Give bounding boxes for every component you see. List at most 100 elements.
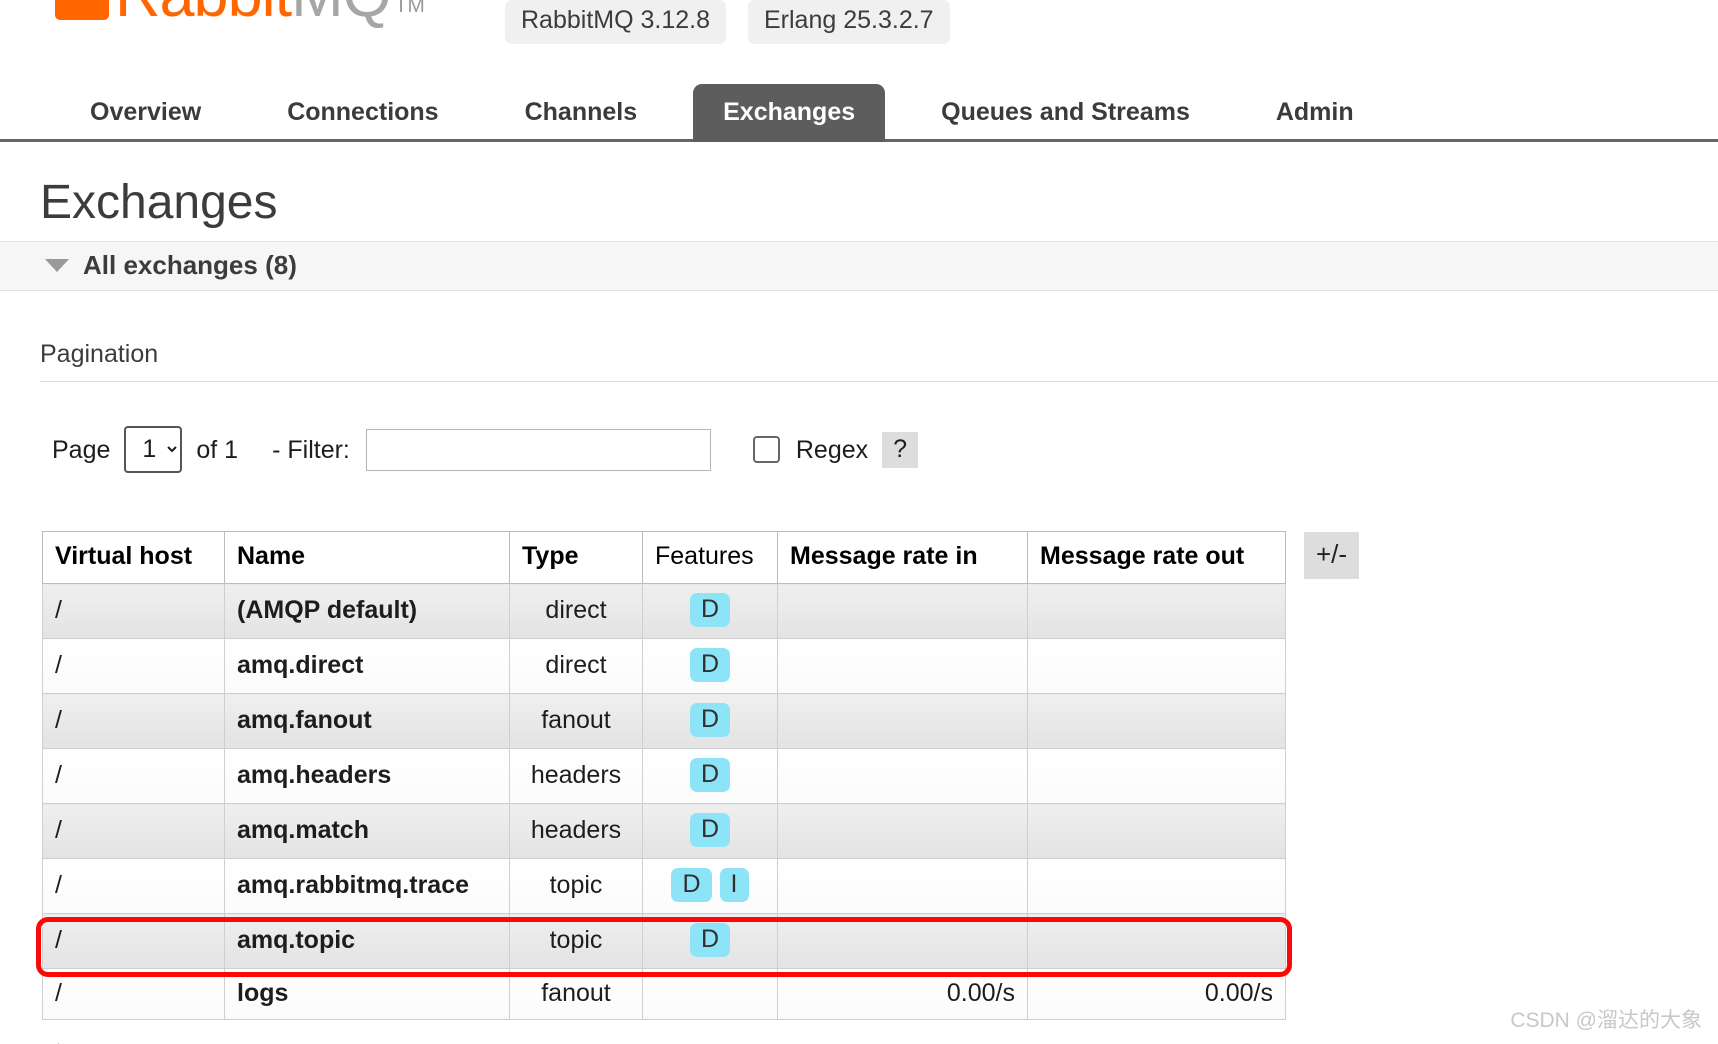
cell-features: D [643,639,778,694]
cell-message-rate-in [778,639,1028,694]
version-badges: RabbitMQ 3.12.8 Erlang 25.3.2.7 [505,0,950,44]
cell-message-rate-out [1028,859,1286,914]
regex-label: Regex [796,435,868,465]
cell-features: D [643,914,778,969]
column-header-message-rate-in[interactable]: Message rate in [778,532,1028,584]
main-content: Exchanges All exchanges (8) Pagination P… [0,145,1718,1044]
cell-virtual-host: / [43,584,225,639]
cell-message-rate-out: 0.00/s [1028,969,1286,1020]
table-row[interactable]: /amq.directdirectD [43,639,1286,694]
cell-features: DI [643,859,778,914]
feature-badge-d: D [690,813,730,847]
page-total-label: of 1 [196,435,238,465]
cell-message-rate-out [1028,584,1286,639]
cell-message-rate-in [778,804,1028,859]
cell-message-rate-in [778,914,1028,969]
tab-exchanges[interactable]: Exchanges [693,84,885,142]
cell-exchange-name[interactable]: amq.direct [225,639,510,694]
table-row[interactable]: /amq.fanoutfanout D [43,694,1286,749]
table-body: /(AMQP default)directD/amq.directdirectD… [43,584,1286,1020]
cell-exchange-name[interactable]: amq.topic [225,914,510,969]
feature-badge-d: D [690,593,730,627]
cell-type: fanout [510,694,643,749]
add-new-exchange-section[interactable]: Add a new exchange [58,1040,1718,1044]
tab-queues-and-streams[interactable]: Queues and Streams [911,84,1220,142]
filter-input[interactable] [366,429,711,471]
column-toggle-button[interactable]: +/- [1304,532,1359,579]
cell-exchange-name[interactable]: amq.fanout [225,694,510,749]
cell-virtual-host: / [43,969,225,1020]
tab-connections[interactable]: Connections [257,84,468,142]
main-navigation: Overview Connections Channels Exchanges … [0,82,1718,142]
cell-message-rate-out [1028,639,1286,694]
cell-virtual-host: / [43,694,225,749]
cell-exchange-name[interactable]: amq.match [225,804,510,859]
cell-virtual-host: / [43,914,225,969]
cell-exchange-name[interactable]: (AMQP default) [225,584,510,639]
cell-message-rate-out [1028,749,1286,804]
cell-type: topic [510,859,643,914]
table-row[interactable]: /amq.headersheadersD [43,749,1286,804]
cell-features: D [643,749,778,804]
feature-badge-d: D [671,868,711,902]
table-row[interactable]: /amq.topictopic D [43,914,1286,969]
cell-exchange-name[interactable]: amq.rabbitmq.trace [225,859,510,914]
tab-channels[interactable]: Channels [495,84,668,142]
cell-message-rate-in [778,584,1028,639]
watermark: CSDN @溜达的大象 [1510,1008,1702,1034]
all-exchanges-label: All exchanges (8) [83,250,297,280]
table-row[interactable]: /amq.rabbitmq.tracetopicDI [43,859,1286,914]
table-row[interactable]: /(AMQP default)direct D [43,584,1286,639]
cell-type: headers [510,749,643,804]
cell-features [643,969,778,1020]
filter-label: - Filter: [272,435,350,465]
cell-message-rate-out [1028,694,1286,749]
page-label: Page [52,435,110,465]
cell-virtual-host: / [43,639,225,694]
column-header-virtual-host[interactable]: Virtual host [43,532,225,584]
rabbitmq-logo-icon [55,0,109,20]
cell-message-rate-in [778,749,1028,804]
table-row[interactable]: /logsfanout0.00/s0.00/s [43,969,1286,1020]
cell-virtual-host: / [43,859,225,914]
cell-virtual-host: / [43,804,225,859]
rabbitmq-logo[interactable]: Rabbit MQ TM [55,0,425,26]
cell-exchange-name[interactable]: amq.headers [225,749,510,804]
cell-exchange-name[interactable]: logs [225,969,510,1020]
column-header-message-rate-out[interactable]: Message rate out [1028,532,1286,584]
tab-overview[interactable]: Overview [60,84,231,142]
page-title: Exchanges [40,175,1718,231]
column-header-type[interactable]: Type [510,532,643,584]
pagination-heading: Pagination [40,339,1718,382]
feature-badge-d: D [690,703,730,737]
page-select[interactable]: 1 [124,426,182,473]
logo-text-mq: MQ [291,0,390,26]
feature-badge-d: D [690,648,730,682]
logo-text-rabbit: Rabbit [115,0,291,26]
rabbitmq-version-badge: RabbitMQ 3.12.8 [505,0,726,44]
erlang-version-badge: Erlang 25.3.2.7 [748,0,950,44]
all-exchanges-section-header[interactable]: All exchanges (8) [0,241,1718,291]
logo-trademark: TM [395,0,425,16]
cell-type: direct [510,584,643,639]
cell-virtual-host: / [43,749,225,804]
chevron-down-icon [45,259,69,272]
feature-badge-d: D [690,923,730,957]
cell-message-rate-in [778,859,1028,914]
exchanges-table-container: +/- Virtual host Name Type Features [42,531,1292,1020]
table-header-row: Virtual host Name Type Features Message … [43,532,1286,584]
column-header-features[interactable]: Features [643,532,778,584]
rabbitmq-management-page: Rabbit MQ TM RabbitMQ 3.12.8 Erlang 25.3… [0,0,1718,1044]
cell-type: topic [510,914,643,969]
cell-type: headers [510,804,643,859]
cell-features: D [643,804,778,859]
cell-type: fanout [510,969,643,1020]
regex-help-icon[interactable]: ? [882,432,918,468]
column-header-name[interactable]: Name [225,532,510,584]
cell-features: D [643,584,778,639]
table-row[interactable]: /amq.matchheaders D [43,804,1286,859]
cell-message-rate-in [778,694,1028,749]
tab-admin[interactable]: Admin [1246,84,1384,142]
cell-message-rate-out [1028,914,1286,969]
regex-checkbox[interactable] [753,436,780,463]
